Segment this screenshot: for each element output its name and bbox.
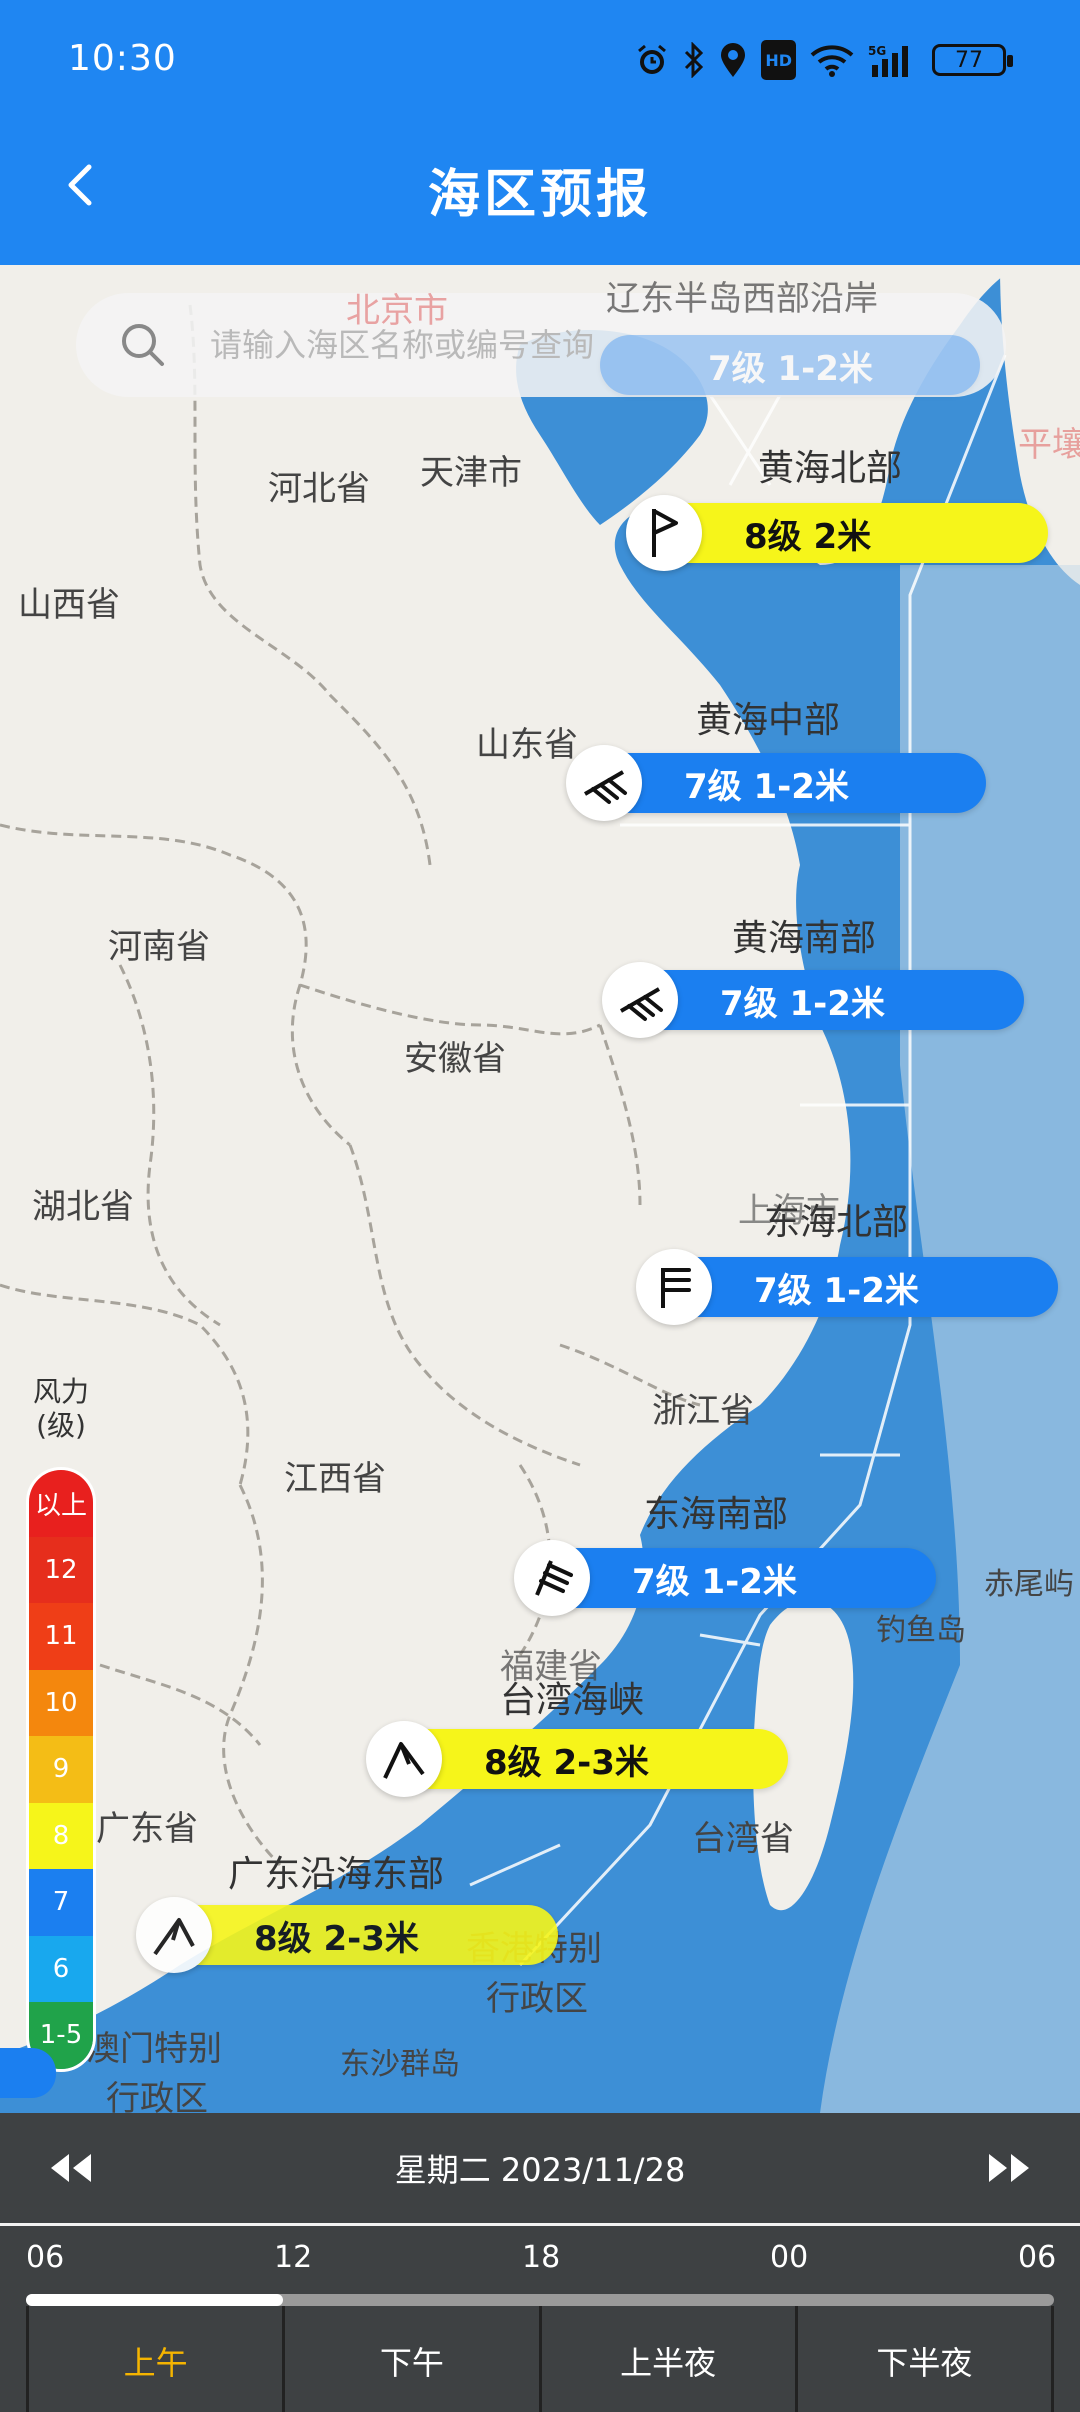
forecast-text: 8级 2米: [744, 516, 872, 557]
sea-name-donghai-north: 东海北部: [764, 1202, 909, 1243]
alarm-icon: [635, 40, 669, 80]
forecast-badge-guangdong-east[interactable]: 8级 2-3米: [136, 1897, 558, 1973]
wind-barb-icon: [514, 1540, 590, 1616]
current-date: 星期二 2023/11/28: [394, 2151, 686, 2189]
sea-name-guangdong-east: 广东沿海东部: [228, 1854, 445, 1895]
date-bar: 星期二 2023/11/28: [0, 2113, 1080, 2223]
forecast-badge-liaodong[interactable]: 7级 1-2米: [600, 335, 980, 395]
forecast-text: 7级 1-2米: [720, 983, 885, 1024]
place-pingrang: 平壤: [1018, 425, 1080, 465]
period-tab-second-half-night[interactable]: 下半夜: [794, 2306, 1054, 2412]
location-icon: [719, 40, 747, 80]
time-selector[interactable]: 06 12 18 00 06 上午 下午 上半夜 下半夜: [0, 2223, 1080, 2412]
forecast-badge-taiwan-strait[interactable]: 8级 2-3米: [366, 1721, 788, 1797]
forecast-text: 8级 2-3米: [484, 1742, 649, 1783]
fast-forward-icon: [989, 2154, 1029, 2182]
forecast-text: 7级 1-2米: [632, 1561, 797, 1602]
forecast-badge-donghai-south[interactable]: 7级 1-2米: [514, 1540, 936, 1616]
place-hongkong-2: 行政区: [486, 1979, 588, 2019]
forecast-badge-huanghai-north[interactable]: 8级 2米: [626, 495, 1048, 571]
legend-level: 6: [29, 1935, 93, 2002]
time-progress-track[interactable]: [26, 2294, 1054, 2306]
search-icon: [122, 324, 164, 366]
period-tab-afternoon[interactable]: 下午: [282, 2306, 538, 2412]
place-taiwan: 台湾省: [692, 1819, 794, 1859]
place-liaodong: 辽东半岛西部沿岸: [606, 279, 878, 319]
wind-legend: 以上 12 11 10 9 8 7 6 1-5: [26, 1467, 96, 2072]
sea-forecast-map[interactable]: 北京市 辽东半岛西部沿岸 天津市 河北省 平壤 山西省 山东省 河南省 安徽省 …: [0, 265, 1080, 2113]
wind-barb-icon: [136, 1897, 212, 1973]
place-henan: 河南省: [108, 927, 210, 967]
hour-label: 18: [522, 2240, 561, 2275]
sea-name-huanghai-middle: 黄海中部: [696, 700, 841, 741]
bluetooth-icon: [683, 40, 705, 80]
place-shanxi: 山西省: [18, 585, 120, 625]
app-header: 10:30 HD 5G 77 海区预报: [0, 0, 1080, 265]
forecast-text: 7级 1-2米: [754, 1270, 919, 1311]
period-tab-morning[interactable]: 上午: [26, 2306, 282, 2412]
partial-forecast-badge[interactable]: [0, 2048, 56, 2098]
legend-level: 7: [29, 1869, 93, 1936]
wind-barb-icon: [566, 745, 642, 821]
battery-level: 77: [955, 47, 983, 73]
sea-name-huanghai-north: 黄海北部: [758, 448, 903, 489]
rewind-icon: [51, 2154, 91, 2182]
sea-name-donghai-south: 东海南部: [644, 1494, 789, 1535]
hour-label: 06: [26, 2240, 65, 2275]
forecast-text: 7级 1-2米: [684, 766, 849, 807]
sea-name-huanghai-south: 黄海南部: [732, 918, 877, 959]
forecast-badge-huanghai-middle[interactable]: 7级 1-2米: [566, 745, 986, 821]
legend-level: 9: [29, 1736, 93, 1803]
forecast-badge-huanghai-south[interactable]: 7级 1-2米: [602, 962, 1024, 1038]
page-title: 海区预报: [427, 165, 652, 225]
place-zhejiang: 浙江省: [652, 1391, 754, 1431]
previous-day-button[interactable]: [36, 2133, 106, 2203]
place-guangdong: 广东省: [96, 1809, 198, 1849]
battery-icon: 77: [932, 44, 1013, 76]
legend-level: 12: [29, 1536, 93, 1603]
legend-title-line2: (级): [36, 1409, 86, 1442]
place-chiwei: 赤尾屿: [984, 1567, 1074, 1602]
place-anhui: 安徽省: [404, 1039, 506, 1079]
sea-name-taiwan-strait: 台湾海峡: [500, 1680, 645, 1721]
legend-title-line1: 风力: [32, 1375, 89, 1408]
place-shandong: 山东省: [476, 725, 578, 765]
status-time: 10:30: [68, 38, 177, 79]
place-hebei: 河北省: [268, 469, 370, 509]
hour-label: 00: [770, 2240, 809, 2275]
wind-legend-title: 风力 (级): [26, 1375, 96, 1443]
forecast-text: 7级 1-2米: [708, 348, 873, 389]
place-macao-2: 行政区: [106, 2079, 208, 2113]
forecast-badge-donghai-north[interactable]: 7级 1-2米: [636, 1249, 1058, 1325]
hour-label: 06: [1018, 2240, 1057, 2275]
hour-label: 12: [274, 2240, 313, 2275]
period-tab-first-half-night[interactable]: 上半夜: [538, 2306, 795, 2412]
wifi-icon: [810, 40, 854, 80]
place-jiangxi: 江西省: [284, 1459, 386, 1499]
flag-icon: [626, 495, 702, 571]
place-hubei: 湖北省: [32, 1187, 134, 1227]
svg-text:5G: 5G: [868, 44, 886, 58]
place-tianjin: 天津市: [420, 453, 522, 493]
time-progress-fill: [26, 2294, 283, 2306]
place-beijing: 北京市: [346, 291, 448, 331]
place-diaoyu: 钓鱼岛: [876, 1613, 966, 1648]
wind-barb-icon: [602, 962, 678, 1038]
place-macao-1: 澳门特别: [86, 2029, 222, 2069]
hd-icon: HD: [761, 40, 796, 80]
forecast-text: 8级 2-3米: [254, 1918, 419, 1959]
next-day-button[interactable]: [974, 2133, 1044, 2203]
legend-level: 8: [29, 1802, 93, 1869]
legend-level: 11: [29, 1603, 93, 1670]
period-tabs: 上午 下午 上半夜 下半夜: [26, 2306, 1054, 2412]
signal-icon: 5G: [868, 40, 918, 80]
legend-level: 以上: [29, 1470, 93, 1537]
place-dongsha: 东沙群岛: [340, 2047, 460, 2082]
legend-level: 10: [29, 1669, 93, 1736]
status-icons: HD 5G 77: [635, 40, 1013, 80]
wind-barb-icon: [636, 1249, 712, 1325]
wind-barb-icon: [366, 1721, 442, 1797]
